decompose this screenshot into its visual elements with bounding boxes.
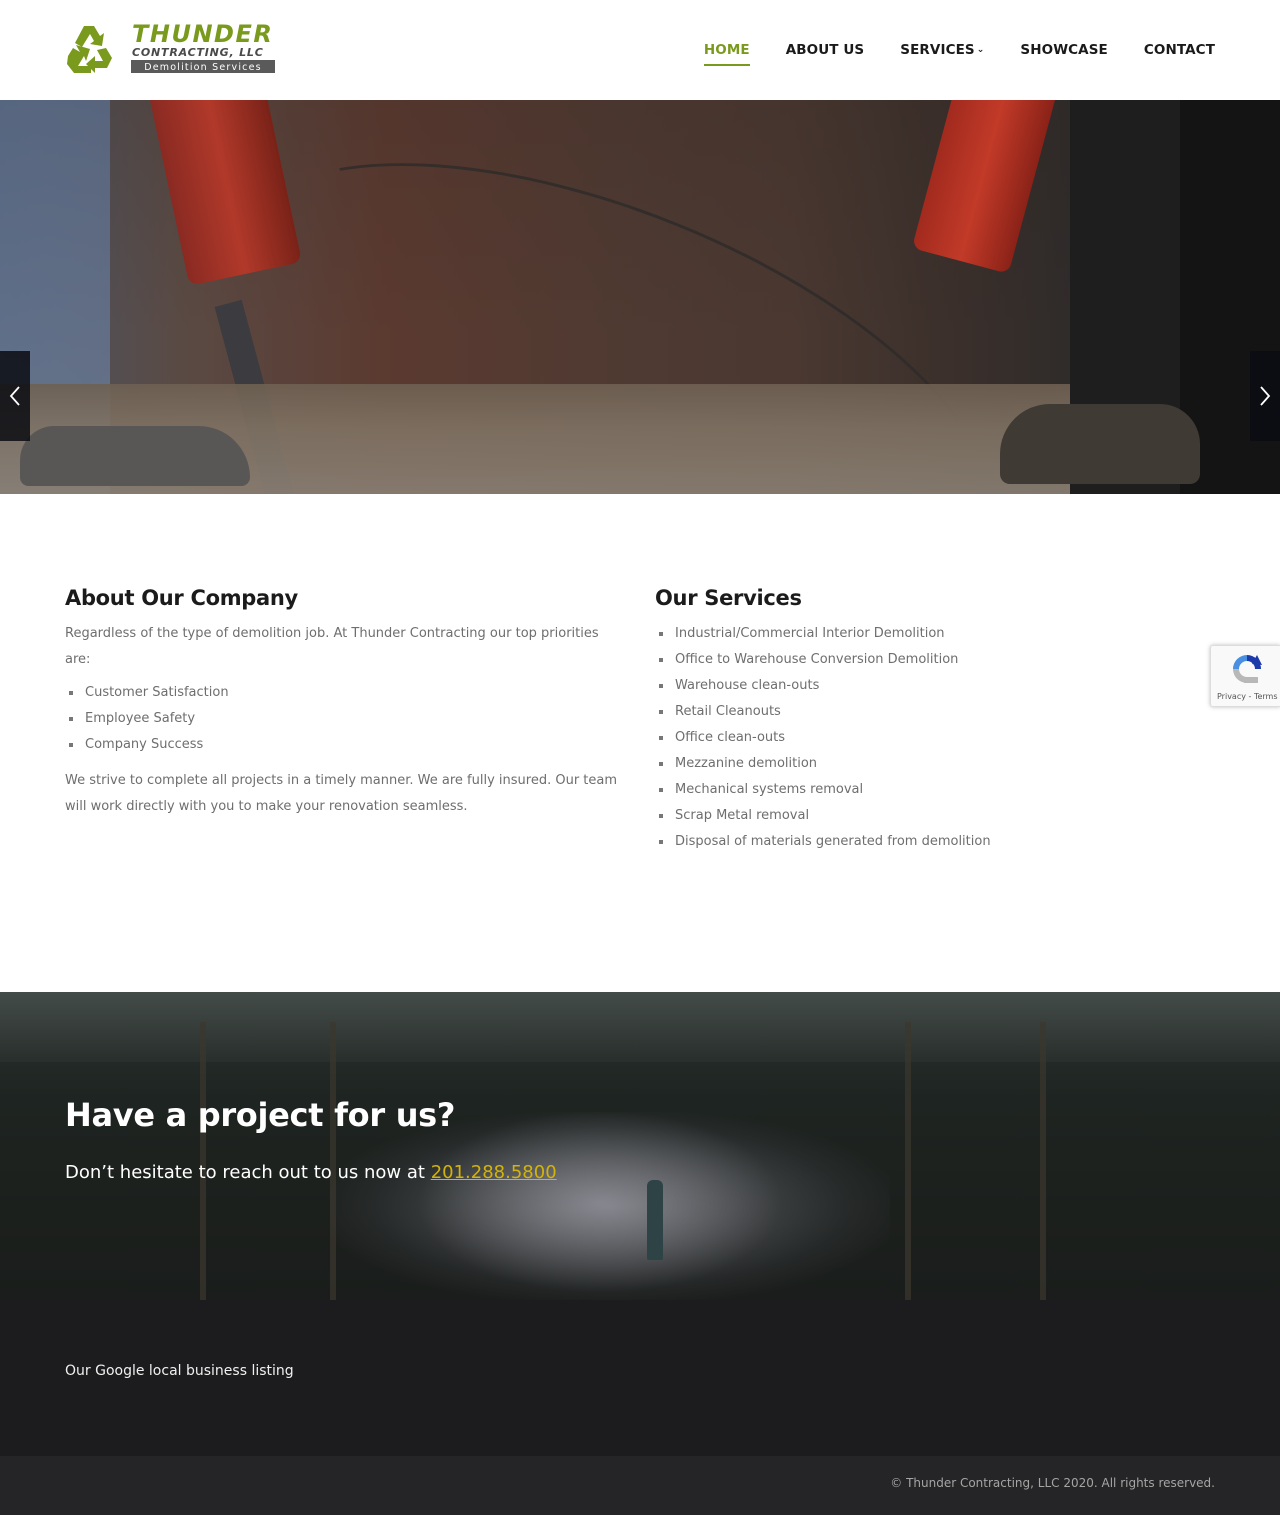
chevron-down-icon: ⌄ xyxy=(976,45,985,55)
list-item: Industrial/Commercial Interior Demolitio… xyxy=(655,621,1215,647)
list-item: Office to Warehouse Conversion Demolitio… xyxy=(655,647,1215,673)
logo-subtitle: CONTRACTING, LLC xyxy=(132,46,264,59)
hero-image-boot-left xyxy=(20,426,250,486)
chevron-left-icon xyxy=(9,386,20,406)
nav-services[interactable]: SERVICES ⌄ xyxy=(900,41,984,61)
site-logo[interactable]: THUNDER CONTRACTING, LLC Demolition Serv… xyxy=(64,20,279,78)
services-heading: Our Services xyxy=(655,586,802,610)
recycle-icon xyxy=(67,26,112,73)
cta-text: Don’t hesitate to reach out to us now at… xyxy=(65,1162,557,1183)
nav-contact[interactable]: CONTACT xyxy=(1144,41,1215,61)
services-list: Industrial/Commercial Interior Demolitio… xyxy=(655,621,1215,855)
google-listing-text: Our Google local business listing xyxy=(65,1363,294,1379)
hero-slider xyxy=(0,100,1280,494)
cta-text-label: Don’t hesitate to reach out to us now at xyxy=(65,1162,431,1183)
recaptcha-links[interactable]: Privacy - Terms xyxy=(1217,692,1278,701)
nav-showcase-label: SHOWCASE xyxy=(1020,42,1108,58)
logo-graphic: THUNDER CONTRACTING, LLC Demolition Serv… xyxy=(67,20,275,73)
slider-prev-button[interactable] xyxy=(0,351,30,441)
nav-about-us[interactable]: ABOUT US xyxy=(786,41,865,61)
hero-image-jackhammer-right xyxy=(911,100,1055,274)
cta-section: Have a project for us? Don’t hesitate to… xyxy=(0,992,1280,1300)
site-footer: Our Google local business listing © Thun… xyxy=(0,1300,1280,1515)
list-item: Retail Cleanouts xyxy=(655,699,1215,725)
list-item: Scrap Metal removal xyxy=(655,803,1215,829)
cta-bg-person xyxy=(647,1180,663,1260)
list-item: Customer Satisfaction xyxy=(65,680,625,706)
footer-widgets: Our Google local business listing xyxy=(0,1300,1280,1456)
list-item: Mechanical systems removal xyxy=(655,777,1215,803)
about-heading: About Our Company xyxy=(65,586,298,610)
about-closing: We strive to complete all projects in a … xyxy=(65,773,618,814)
nav-services-label: SERVICES xyxy=(900,42,975,58)
priorities-list: Customer Satisfaction Employee Safety Co… xyxy=(65,680,625,758)
hero-image-boot-right xyxy=(1000,404,1200,484)
list-item: Mezzanine demolition xyxy=(655,751,1215,777)
logo-title: THUNDER xyxy=(132,20,273,48)
slider-next-button[interactable] xyxy=(1250,351,1280,441)
main-nav: HOME ABOUT US SERVICES ⌄ SHOWCASE CONTACT xyxy=(668,41,1215,66)
services-column: Our Services Industrial/Commercial Inter… xyxy=(655,584,1215,865)
nav-about-us-label: ABOUT US xyxy=(785,42,865,58)
cta-bg-post xyxy=(905,1022,911,1300)
list-item: Disposal of materials generated from dem… xyxy=(655,829,1215,855)
chevron-right-icon xyxy=(1260,386,1271,406)
cta-heading: Have a project for us? xyxy=(65,1096,456,1134)
content-section: About Our Company Regardless of the type… xyxy=(0,494,1280,992)
cta-bg-building xyxy=(0,992,1280,1062)
logo-tagline: Demolition Services xyxy=(144,62,262,73)
about-intro: Regardless of the type of demolition job… xyxy=(65,626,599,667)
list-item: Warehouse clean-outs xyxy=(655,673,1215,699)
nav-showcase[interactable]: SHOWCASE xyxy=(1020,41,1108,61)
list-item: Employee Safety xyxy=(65,706,625,732)
site-header: THUNDER CONTRACTING, LLC Demolition Serv… xyxy=(0,0,1280,100)
nav-home-label: HOME xyxy=(703,42,750,58)
cta-bg-post xyxy=(1040,1022,1046,1300)
hero-image-jackhammer-left xyxy=(150,100,302,286)
about-column: About Our Company Regardless of the type… xyxy=(65,584,625,820)
list-item: Office clean-outs xyxy=(655,725,1215,751)
nav-contact-label: CONTACT xyxy=(1143,42,1215,58)
footer-bar: © Thunder Contracting, LLC 2020. All rig… xyxy=(0,1456,1280,1515)
copyright-text: © Thunder Contracting, LLC 2020. All rig… xyxy=(890,1476,1215,1490)
recaptcha-icon xyxy=(1233,655,1262,683)
recaptcha-badge[interactable]: Privacy - Terms xyxy=(1210,645,1280,707)
list-item: Company Success xyxy=(65,732,625,758)
phone-link[interactable]: 201.288.5800 xyxy=(431,1162,557,1183)
nav-home[interactable]: HOME xyxy=(703,41,750,66)
cta-bg-rubble xyxy=(330,1112,890,1300)
cta-bg-post xyxy=(200,1022,206,1300)
